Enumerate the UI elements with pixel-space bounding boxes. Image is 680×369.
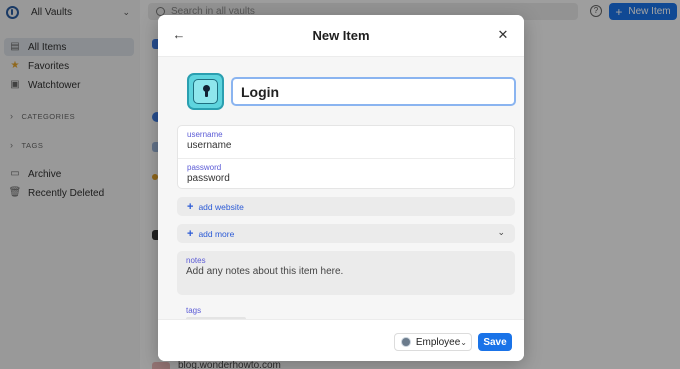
password-label: password <box>187 163 222 172</box>
dialog-body: username password + add website + add mo… <box>158 57 524 321</box>
dialog-title: New Item <box>312 28 370 43</box>
username-field[interactable]: username <box>178 126 516 158</box>
vault-select-label: Employee <box>415 336 461 348</box>
plus-icon: + <box>187 227 194 240</box>
login-icon-inner <box>193 79 218 104</box>
username-label: username <box>187 130 223 139</box>
close-icon[interactable]: ✕ <box>496 28 510 42</box>
credentials-card: username password <box>177 125 516 190</box>
tags-label: tags <box>186 306 202 315</box>
add-more-button[interactable]: + add more ⌄ <box>177 224 515 243</box>
plus-icon: + <box>187 200 194 213</box>
add-website-label: add website <box>198 201 244 212</box>
dialog-header: ← New Item ✕ <box>158 15 524 57</box>
vault-select[interactable]: Employee ⌄ <box>394 333 472 351</box>
notes-label: notes <box>186 256 206 265</box>
item-title-input[interactable] <box>231 77 516 106</box>
add-website-button[interactable]: + add website <box>177 197 515 216</box>
add-more-label: add more <box>198 228 235 239</box>
vault-avatar-icon <box>401 337 411 347</box>
tags-field: tags <box>177 304 515 321</box>
dialog-footer: Employee ⌄ Save <box>158 319 524 361</box>
save-button[interactable]: Save <box>478 333 512 351</box>
password-input[interactable] <box>187 173 497 184</box>
username-input[interactable] <box>187 140 497 151</box>
login-icon[interactable] <box>187 73 224 110</box>
notes-input[interactable] <box>186 266 496 277</box>
chevron-down-icon: ⌄ <box>460 337 467 347</box>
password-field[interactable]: password <box>178 158 516 190</box>
keyhole-icon <box>203 85 210 97</box>
notes-field[interactable]: notes <box>177 251 515 295</box>
new-item-dialog: ← New Item ✕ username password + add web… <box>158 15 524 361</box>
chevron-down-icon: ⌄ <box>497 227 505 237</box>
